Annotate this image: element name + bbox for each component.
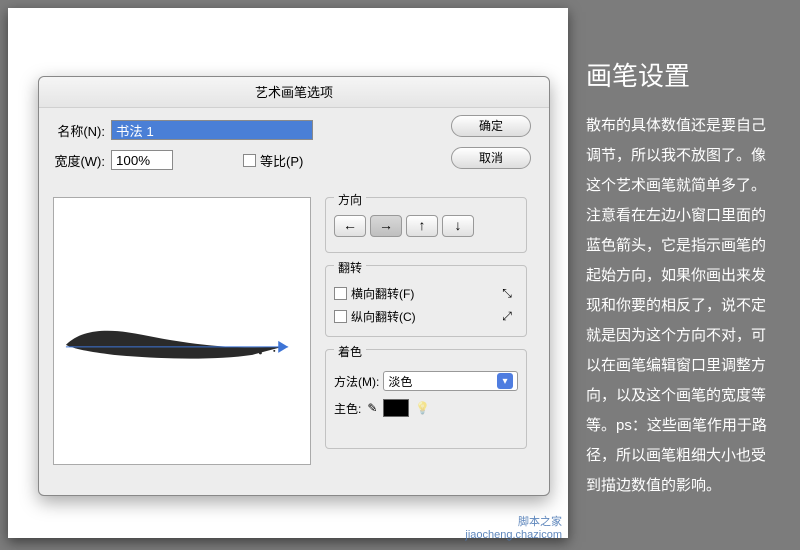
ok-button[interactable]: 确定 [451,115,531,137]
flip-horiz-label: 横向翻转(F) [351,285,414,302]
document-canvas: 艺术画笔选项 名称(N): 宽度(W): 等比(P) 确定 取消 [8,8,568,538]
brush-preview [53,197,311,465]
width-label: 宽度(W): [53,151,105,170]
flip-horiz-icon: ⤡ [496,286,518,301]
select-caret-icon: ▾ [497,373,513,389]
equal-ratio-checkbox[interactable] [243,154,256,167]
name-input[interactable] [111,120,313,140]
direction-legend: 方向 [334,191,366,208]
flip-vert-checkbox[interactable] [334,310,347,323]
method-label: 方法(M): [334,373,379,390]
direction-up-button[interactable]: ↑ [406,215,438,237]
direction-down-button[interactable]: ↓ [442,215,474,237]
main-color-label: 主色: [334,400,361,417]
direction-group: 方向 ← → ↑ ↓ [325,197,527,253]
article-title: 画笔设置 [586,56,780,93]
flip-vert-icon: ⤢ [496,309,518,324]
equal-ratio-label: 等比(P) [260,151,303,170]
bulb-icon[interactable]: 💡 [415,401,430,415]
art-brush-options-dialog: 艺术画笔选项 名称(N): 宽度(W): 等比(P) 确定 取消 [38,76,550,496]
article-body: 散布的具体数值还是要自己调节，所以我不放图了。像这个艺术画笔就简单多了。注意看在… [586,111,780,501]
main-color-swatch[interactable] [383,399,409,417]
eyedropper-icon[interactable]: ✎ [367,401,377,415]
flip-vert-label: 纵向翻转(C) [351,308,416,325]
name-label: 名称(N): [53,121,105,140]
coloring-group: 着色 方法(M): 淡色 ▾ 主色: ✎ 💡 [325,349,527,449]
cancel-button[interactable]: 取消 [451,147,531,169]
width-input[interactable] [111,150,173,170]
flip-horiz-checkbox[interactable] [334,287,347,300]
watermark: 脚本之家 jiaocheng.chazicom [465,516,562,542]
method-select[interactable]: 淡色 ▾ [383,371,518,391]
direction-right-button[interactable]: → [370,215,402,237]
coloring-legend: 着色 [334,343,366,360]
article-sidebar: 画笔设置 散布的具体数值还是要自己调节，所以我不放图了。像这个艺术画笔就简单多了… [570,0,800,550]
method-value: 淡色 [388,373,412,390]
dialog-title: 艺术画笔选项 [39,77,549,108]
flip-group: 翻转 横向翻转(F) ⤡ 纵向翻转(C) ⤢ [325,265,527,337]
direction-left-button[interactable]: ← [334,215,366,237]
flip-legend: 翻转 [334,259,366,276]
